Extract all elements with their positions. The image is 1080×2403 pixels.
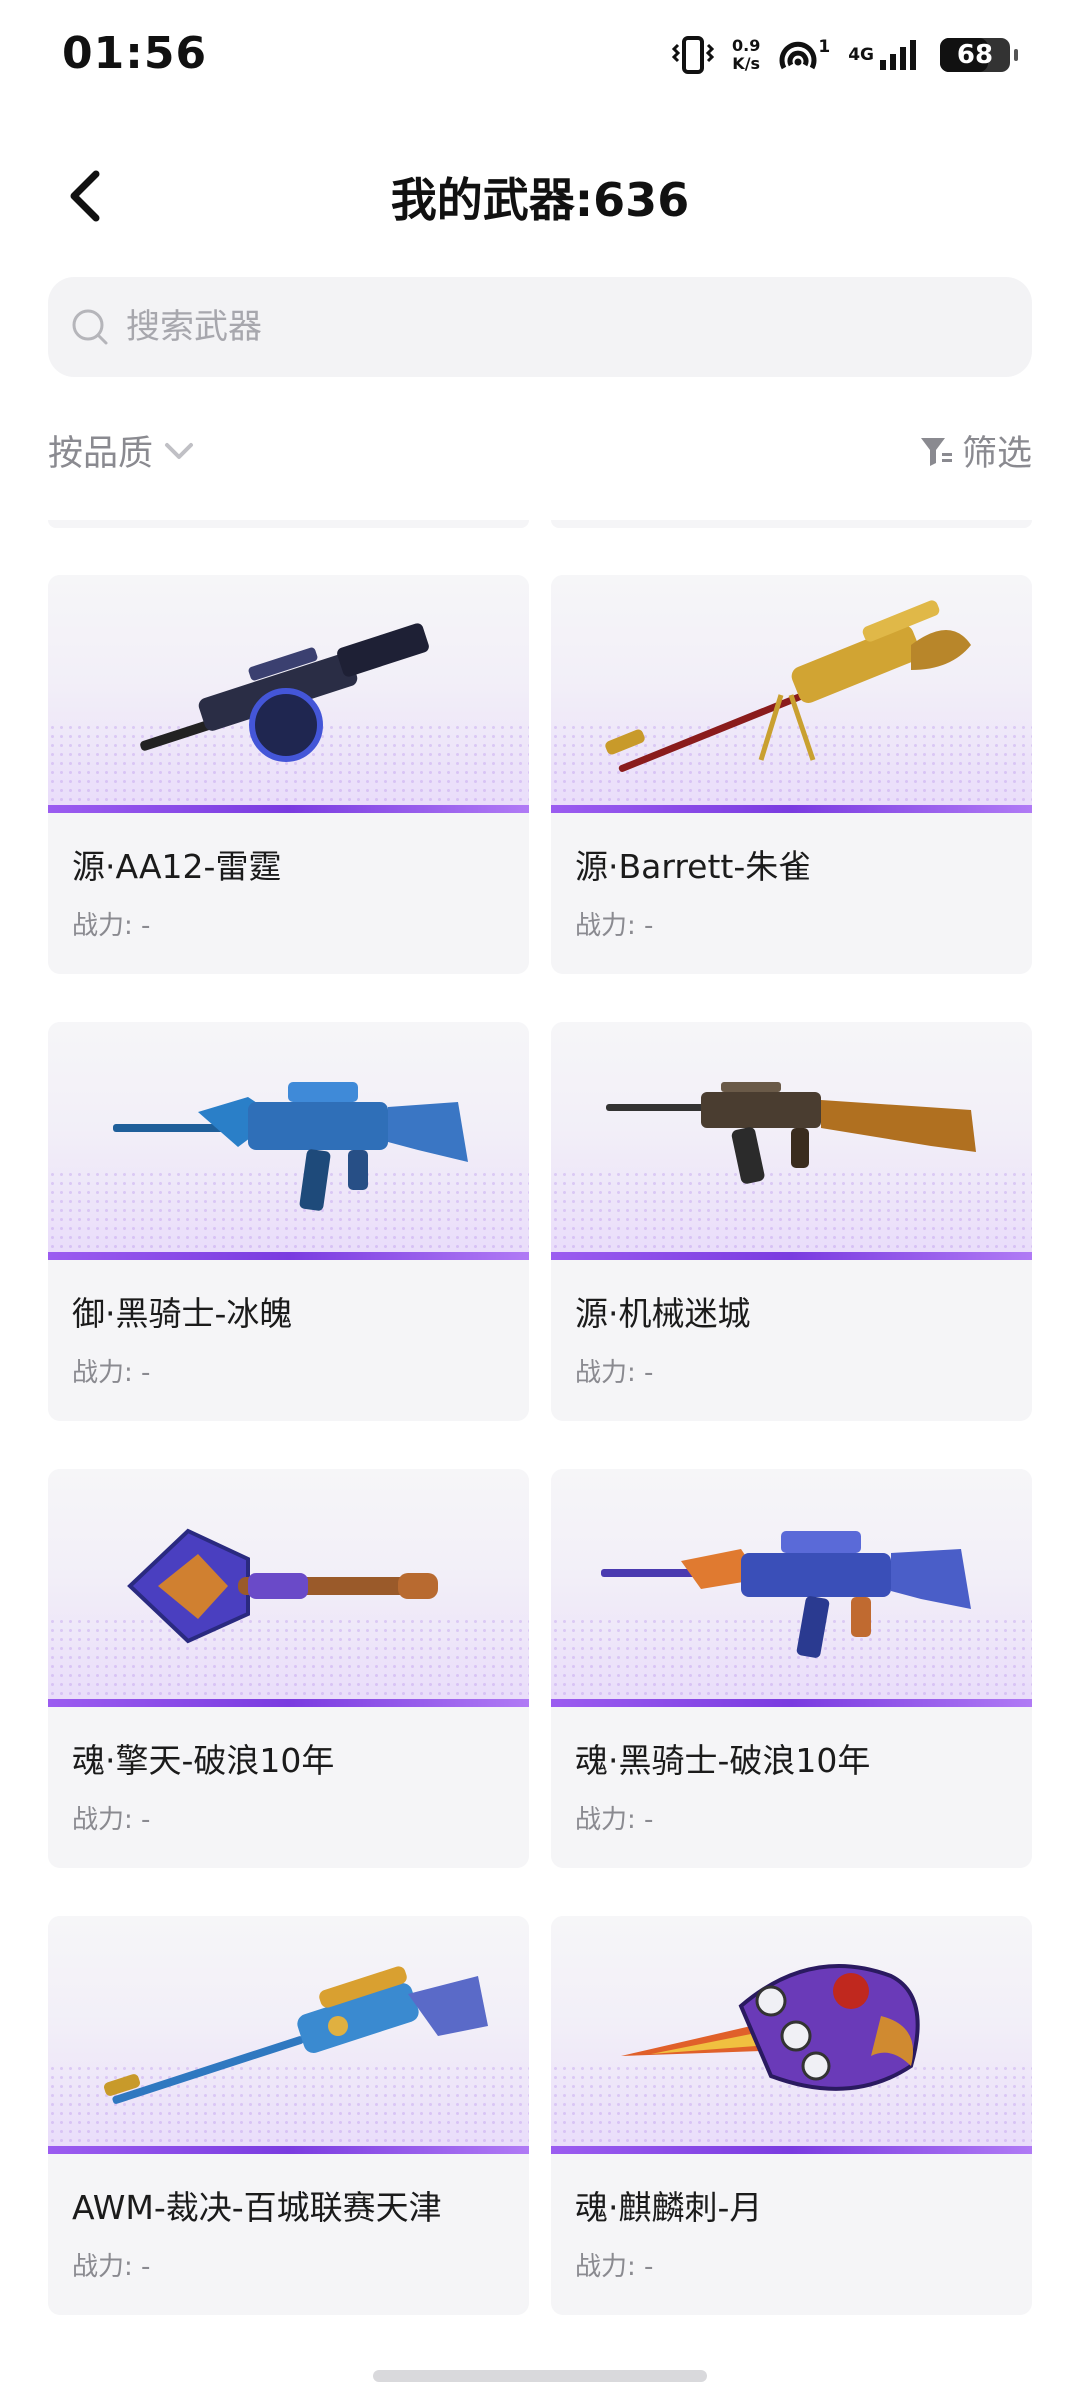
filter-label: 筛选 [961,434,1032,474]
weapon-image [48,1022,529,1260]
weapon-power: 战力: - [72,1358,151,1388]
weapon-image [48,1469,529,1707]
weapon-power: 战力: - [575,1805,654,1835]
weapon-name: 魂·黑骑士-破浪10年 [575,1741,871,1780]
partial-card [551,520,1032,528]
vibrate-icon [672,36,715,74]
assault-rifle-icon [113,1082,468,1211]
assault-rifle-icon [601,1531,971,1658]
chevron-down-icon [165,442,194,459]
weapon-card[interactable]: 魂·黑骑士-破浪10年 战力: - [551,1469,1032,1868]
page-title: 我的武器:636 [390,173,690,227]
weapon-card[interactable]: 御·黑骑士-冰魄 战力: - [48,1022,529,1421]
sniper-rifle-icon [104,1966,488,2104]
hotspot-icon [779,41,817,70]
weapon-card[interactable]: 魂·擎天-破浪10年 战力: - [48,1469,529,1868]
partial-card [48,520,529,528]
search-box[interactable] [48,277,1032,377]
header: 我的武器:636 [0,140,1080,250]
weapon-card[interactable]: 魂·麒麟刺-月 战力: - [551,1916,1032,2315]
weapon-image [551,575,1032,813]
weapon-power: 战力: - [72,1805,151,1835]
weapon-image [551,1469,1032,1707]
sniper-rifle-icon [605,600,971,773]
weapon-power: 战力: - [72,911,151,941]
battery-level: 68 [956,40,994,70]
network-speed: 0.9 K/s [732,36,761,73]
weapon-power: 战力: - [575,911,654,941]
weapon-card[interactable]: 源·AA12-雷霆 战力: - [48,575,529,974]
status-bar: 01:56 0.9 K/s 1 4G 68 [0,0,1080,110]
weapon-card[interactable]: 源·Barrett-朱雀 战力: - [551,575,1032,974]
weapon-name: 源·Barrett-朱雀 [575,847,812,886]
weapon-name: AWM-裁决-百城联赛天津 [72,2188,442,2227]
filter-icon [920,437,952,466]
weapon-image [48,575,529,813]
signal-icon [880,40,916,70]
hotspot-indicator: 1 [778,38,830,72]
weapon-power: 战力: - [575,1358,654,1388]
knuckle-blade-icon [621,1964,920,2091]
shotgun-icon [140,623,429,762]
sort-by-quality-button[interactable]: 按品质 [48,425,197,476]
cellular-indicator: 4G [848,38,922,72]
weapon-name: 源·AA12-雷霆 [72,847,282,886]
weapon-card[interactable]: 源·机械迷城 战力: - [551,1022,1032,1421]
weapon-image [551,1022,1032,1260]
filter-button[interactable]: 筛选 [918,425,1032,476]
network-type: 4G [848,45,874,65]
search-input[interactable] [124,306,978,348]
shovel-icon [127,1528,438,1644]
sort-label: 按品质 [48,434,154,474]
weapon-name: 御·黑骑士-冰魄 [72,1294,293,1333]
home-indicator[interactable] [373,2370,707,2382]
weapon-grid: 源·AA12-雷霆 战力: - 源·Barrett-朱雀 战力: - 御·黑骑士… [48,575,1032,2315]
weapon-name: 魂·麒麟刺-月 [575,2188,763,2227]
battery-icon: 68 [940,38,1018,72]
weapon-image [48,1916,529,2154]
search-icon [72,309,108,345]
weapon-power: 战力: - [72,2252,151,2282]
weapon-card[interactable]: AWM-裁决-百城联赛天津 战力: - [48,1916,529,2315]
weapon-image [551,1916,1032,2154]
weapon-name: 源·机械迷城 [575,1294,751,1333]
status-time: 01:56 [62,28,208,79]
status-icons: 0.9 K/s 1 4G 68 [672,30,1018,80]
weapon-name: 魂·擎天-破浪10年 [72,1741,335,1780]
rifle-icon [606,1082,976,1184]
weapon-power: 战力: - [575,2252,654,2282]
